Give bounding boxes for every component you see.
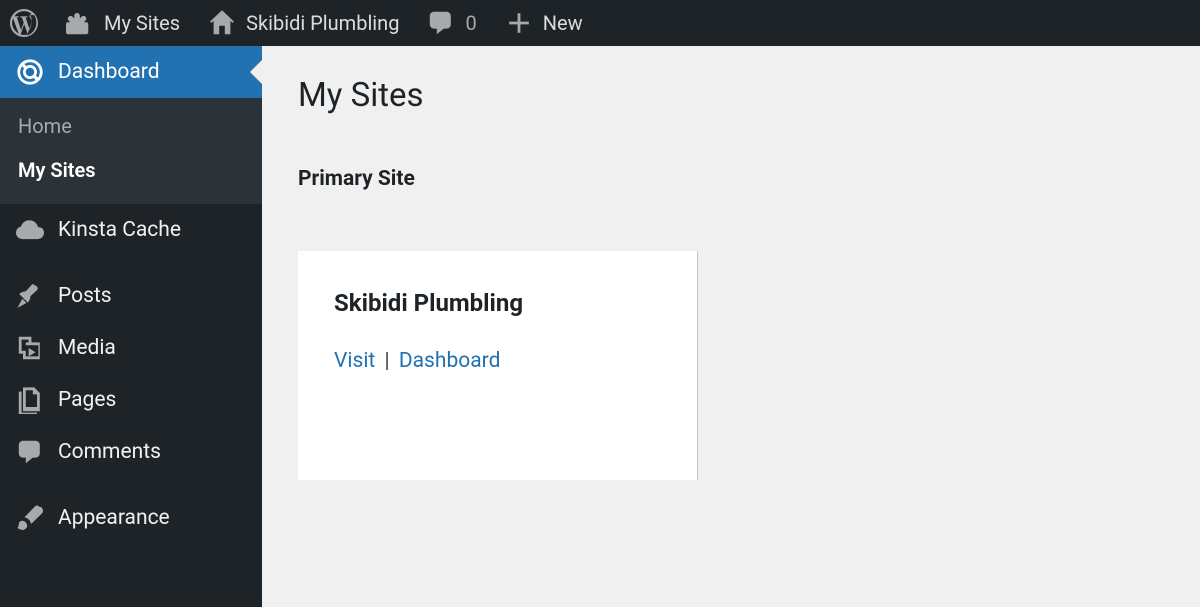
site-dashboard-link[interactable]: Dashboard [399,349,501,373]
page-title: My Sites [298,76,1164,115]
menu-appearance-label: Appearance [58,506,170,530]
site-card: Skibidi Plumbling Visit | Dashboard [298,251,698,480]
menu-posts[interactable]: Posts [0,270,262,322]
pin-icon [16,282,44,310]
comment-icon [427,9,455,37]
primary-site-heading: Primary Site [298,167,1164,191]
wordpress-icon [10,9,38,37]
admin-my-sites[interactable]: My Sites [66,9,180,37]
menu-dashboard[interactable]: Dashboard [0,46,262,98]
admin-site-name[interactable]: Skibidi Plumbling [208,9,399,37]
menu-media[interactable]: Media [0,322,262,374]
link-separator: | [375,349,399,373]
plus-icon [505,9,533,37]
site-card-title: Skibidi Plumbling [334,289,661,317]
menu-comments-label: Comments [58,440,161,464]
media-icon [16,334,44,362]
admin-new-label: New [543,11,583,35]
admin-site-name-label: Skibidi Plumbling [246,11,399,35]
menu-kinsta-cache[interactable]: Kinsta Cache [0,204,262,256]
home-icon [208,9,236,37]
content-area: My Sites Primary Site Skibidi Plumbling … [262,46,1200,607]
menu-pages[interactable]: Pages [0,374,262,426]
menu-appearance[interactable]: Appearance [0,492,262,544]
pages-icon [16,386,44,414]
admin-my-sites-label: My Sites [104,11,180,35]
admin-comments[interactable]: 0 [427,9,476,37]
network-icon [66,9,94,37]
admin-sidebar: Dashboard Home My Sites Kinsta Cache Pos… [0,46,262,607]
dashboard-icon [16,58,44,86]
comments-menu-icon [16,438,44,466]
menu-spacer [0,478,262,492]
menu-pages-label: Pages [58,388,116,412]
cloud-icon [16,216,44,244]
admin-bar: My Sites Skibidi Plumbling 0 New [0,0,1200,46]
submenu-home[interactable]: Home [0,104,262,148]
brush-icon [16,504,44,532]
menu-comments[interactable]: Comments [0,426,262,478]
site-card-links: Visit | Dashboard [334,349,661,373]
main-layout: Dashboard Home My Sites Kinsta Cache Pos… [0,46,1200,607]
admin-new[interactable]: New [505,9,583,37]
menu-media-label: Media [58,336,116,360]
admin-comments-count: 0 [465,11,476,35]
menu-spacer [0,256,262,270]
wordpress-logo[interactable] [10,9,38,37]
menu-kinsta-cache-label: Kinsta Cache [58,218,181,242]
submenu-my-sites[interactable]: My Sites [0,148,262,192]
site-visit-link[interactable]: Visit [334,349,375,373]
menu-dashboard-label: Dashboard [58,60,160,84]
submenu-dashboard: Home My Sites [0,98,262,204]
menu-posts-label: Posts [58,284,112,308]
